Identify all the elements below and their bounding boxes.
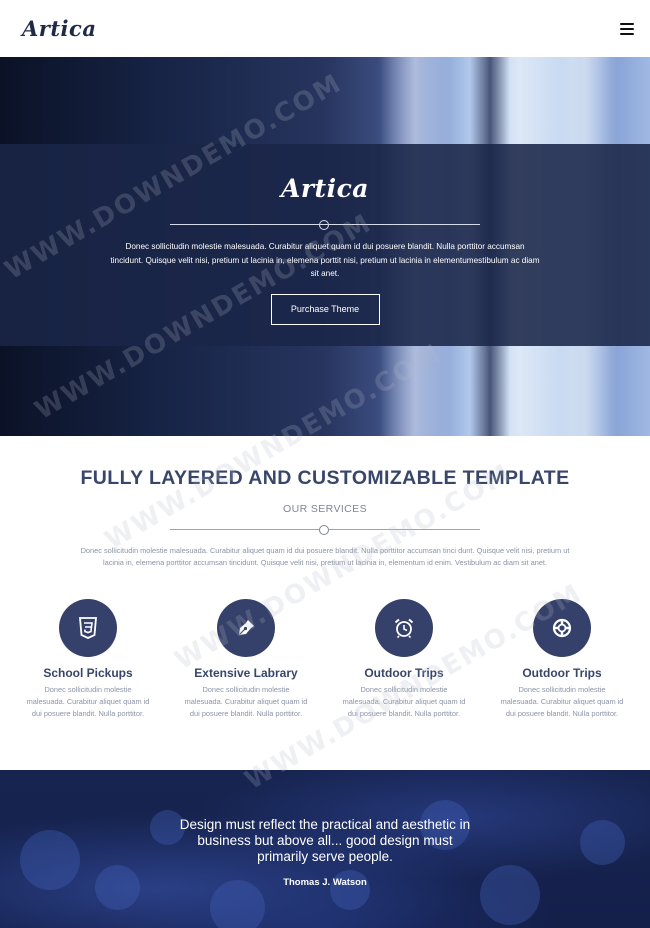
- purchase-theme-button[interactable]: Purchase Theme: [270, 293, 380, 325]
- hamburger-bar: [620, 22, 634, 25]
- feature-title: Outdoor Trips: [522, 666, 602, 680]
- feature-item: Outdoor Trips Donec sollicitudin molesti…: [334, 599, 474, 720]
- alarm-clock-icon: [394, 618, 414, 639]
- quote-text: Design must reflect the practical and ae…: [179, 817, 471, 864]
- divider-circle-icon: [319, 220, 329, 230]
- hero-overlay: Artica Donec sollicitudin molestie males…: [0, 144, 650, 346]
- feature-list: School Pickups Donec sollicitudin molest…: [18, 599, 632, 720]
- feature-title: Extensive Labrary: [194, 666, 298, 680]
- hamburger-bar: [620, 32, 634, 35]
- services-title: FULLY LAYERED AND CUSTOMIZABLE TEMPLATE: [80, 467, 570, 489]
- feature-item: Extensive Labrary Donec sollicitudin mol…: [176, 599, 316, 720]
- site-header: Artica: [0, 0, 650, 57]
- quote-author: Thomas J. Watson: [283, 877, 367, 888]
- services-section: FULLY LAYERED AND CUSTOMIZABLE TEMPLATE …: [0, 436, 650, 770]
- feature-text: Donec sollicitudin molestie malesuada. C…: [342, 685, 466, 718]
- feature-item: School Pickups Donec sollicitudin molest…: [18, 599, 158, 720]
- feature-text: Donec sollicitudin molestie malesuada. C…: [26, 685, 150, 718]
- feature-item: Outdoor Trips Donec sollicitudin molesti…: [492, 599, 632, 720]
- feature-title: School Pickups: [43, 666, 133, 680]
- hero-logo: Artica: [280, 174, 370, 203]
- feature-icon-circle[interactable]: [217, 599, 275, 657]
- services-subtitle: OUR SERVICES: [283, 503, 367, 515]
- hamburger-bar: [620, 27, 634, 30]
- quote-section: Design must reflect the practical and ae…: [0, 770, 650, 928]
- feature-title: Outdoor Trips: [364, 666, 444, 680]
- hero-divider: [170, 219, 480, 231]
- services-intro: Donec sollicitudin molestie malesuada. C…: [80, 546, 570, 567]
- services-divider: [170, 524, 480, 536]
- feature-icon-circle[interactable]: [59, 599, 117, 657]
- divider-circle-icon: [319, 525, 329, 535]
- bokeh-decoration: [480, 865, 540, 925]
- hamburger-icon[interactable]: [620, 22, 634, 35]
- feature-text: Donec sollicitudin molestie malesuada. C…: [184, 685, 308, 718]
- life-ring-icon: [552, 618, 572, 638]
- bokeh-decoration: [580, 820, 625, 865]
- hero-description: Donec sollicitudin molestie malesuada. C…: [110, 242, 540, 278]
- site-logo[interactable]: Artica: [22, 16, 96, 41]
- feature-icon-circle[interactable]: [375, 599, 433, 657]
- hero-section: Artica Donec sollicitudin molestie males…: [0, 57, 650, 436]
- feature-icon-circle[interactable]: [533, 599, 591, 657]
- feature-text: Donec sollicitudin molestie malesuada. C…: [500, 685, 624, 718]
- bokeh-decoration: [330, 870, 370, 910]
- css3-icon: [79, 617, 97, 639]
- pen-nib-icon: [239, 620, 254, 635]
